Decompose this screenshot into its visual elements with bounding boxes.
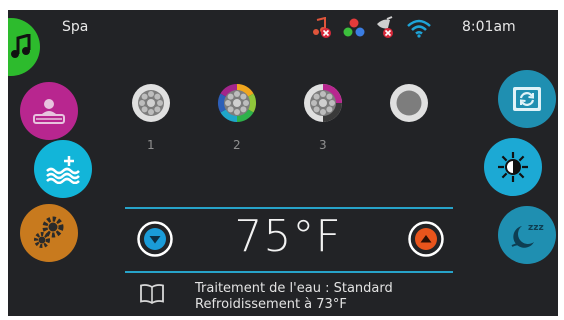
screen-rotate-button[interactable] bbox=[498, 70, 556, 128]
gardening-muted-icon bbox=[373, 16, 397, 40]
color-dots-icon bbox=[343, 18, 365, 38]
pump-3-label: 3 bbox=[319, 138, 327, 152]
water-temperature-plus-icon bbox=[45, 154, 81, 184]
temperature-down-button[interactable] bbox=[137, 221, 173, 257]
sleep-button[interactable]: zzz bbox=[498, 206, 556, 264]
water-treatment-status: Traitement de l'eau : Standard bbox=[195, 281, 393, 296]
pump-2-button[interactable] bbox=[217, 83, 257, 123]
cooling-status: Refroidissement à 73°F bbox=[195, 297, 347, 312]
status-title: Spa bbox=[62, 19, 89, 35]
arrow-up-icon bbox=[408, 221, 444, 257]
temperature-top-divider bbox=[125, 207, 453, 209]
sleep-moon-icon: zzz bbox=[508, 218, 546, 252]
wifi-icon bbox=[406, 18, 432, 38]
screen-rotate-icon bbox=[512, 86, 542, 112]
spa-control-screen: Spa 8:01am 1 2 3 zzz 75°F Traitement de … bbox=[8, 10, 558, 316]
arrow-down-icon bbox=[137, 221, 173, 257]
settings-button[interactable] bbox=[20, 204, 78, 262]
pump-1-label: 1 bbox=[147, 138, 155, 152]
music-icon bbox=[10, 34, 32, 60]
music-button[interactable] bbox=[8, 18, 40, 76]
temperature-value: 75°F bbox=[234, 211, 342, 262]
music-muted-icon bbox=[311, 17, 333, 39]
pump-2-label: 2 bbox=[233, 138, 241, 152]
brightness-icon bbox=[497, 151, 529, 183]
svg-text:zzz: zzz bbox=[528, 223, 544, 233]
temperature-up-button[interactable] bbox=[408, 221, 444, 257]
pump-1-button[interactable] bbox=[131, 83, 171, 123]
water-temperature-button[interactable] bbox=[34, 140, 92, 198]
manual-book-icon[interactable] bbox=[139, 284, 165, 304]
pump-3-button[interactable] bbox=[303, 83, 343, 123]
temperature-bottom-divider bbox=[125, 271, 453, 273]
spa-light-button[interactable] bbox=[20, 82, 78, 140]
light-ring-button[interactable] bbox=[389, 83, 429, 123]
spa-light-icon bbox=[31, 95, 67, 127]
status-time: 8:01am bbox=[462, 19, 516, 35]
settings-gears-icon bbox=[31, 215, 67, 251]
brightness-button[interactable] bbox=[484, 138, 542, 196]
